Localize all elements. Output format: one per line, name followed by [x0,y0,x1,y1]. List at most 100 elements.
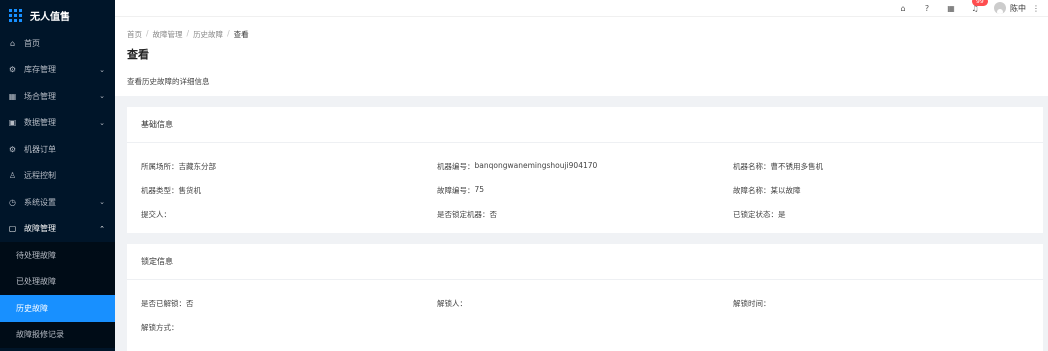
grid-icon[interactable]: ▦ [946,3,956,13]
detail-field: 故障名称： 某以故障 [733,185,1029,196]
sidebar-item-label: 数据管理 [24,118,56,128]
breadcrumb-current: 查看 [233,30,249,39]
file-icon: ▣ [8,118,17,128]
field-value: 售货机 [178,185,202,195]
detail-field: 机器名称： 曹不锈用多售机 [733,161,1029,172]
card-title: 基础信息 [127,107,1043,143]
field-label: 解锁方式： [141,322,179,332]
avatar[interactable] [994,2,1006,14]
more-vertical-icon[interactable]: ⋮ [1032,4,1040,13]
settings-icon: ⚙ [8,65,17,75]
sub-menu-item[interactable]: 故障报修记录 [0,322,115,349]
detail-field: 机器类型： 售货机 [141,185,437,196]
user-icon: ♙ [8,171,17,181]
app-logo[interactable]: 无人值售 [0,0,115,30]
app-title: 无人值售 [30,11,70,23]
breadcrumb-link[interactable]: 历史故障 [193,29,223,40]
basic-info-card: 基础信息 所属场所： 吉藏东分部 机器编号： banqongwanemingshouj… [127,107,1043,233]
sidebar-item[interactable]: ▦ 场合管理 ⌄ [0,83,115,110]
sub-menu-item[interactable]: 历史故障 [0,295,115,322]
field-value: banqongwanemingshouji904170 [474,160,598,170]
detail-field: 是否已解锁：否 [141,298,437,309]
breadcrumb-separator: / [186,29,190,38]
sidebar-item-label: 系统设置 [24,197,56,207]
field-label: 解锁时间： [733,298,771,308]
home-icon: ⌂ [9,38,16,48]
field-value: 否 [186,298,194,308]
breadcrumb-link[interactable]: 首页 [127,29,142,40]
field-label: 故障编号： [437,185,475,195]
detail-field: 所属场所： 吉藏东分部 [141,161,437,172]
detail-field: 解锁方式： [141,322,437,333]
detail-row: 所属场所： 吉藏东分部 机器编号： banqongwanemingshouji9041… [141,154,1043,178]
sub-menu: 待处理故障 已处理故障 历史故障 故障报修记录 [0,242,115,348]
page-title: 查看 [127,48,149,61]
grid-icon: ▦ [8,91,17,101]
help-icon[interactable]: ? [922,3,932,13]
detail-field: 解锁时间： [733,298,1029,309]
home-icon[interactable]: ⌂ [898,3,908,13]
field-label: 机器名称： [733,161,771,171]
sidebar-item-label: 机器订单 [24,144,56,154]
sidebar-item[interactable]: ◷ 系统设置 ⌄ [0,189,115,216]
sub-menu-item[interactable]: 待处理故障 [0,242,115,269]
card-body: 是否已解锁：否解锁人： 解锁时间： 解锁方式： [127,280,1043,339]
notification-badge: 99 [972,0,988,6]
top-header: ⌂ ? ▦ ♫ 99 陈中 ⋮ [115,0,1048,16]
detail-row: 机器类型： 售货机 故障编号： 75 故障名称： 某以故障 [141,178,1043,202]
field-label: 提交人： [141,209,171,219]
sidebar-item[interactable]: ⌂ 首页 [0,30,115,57]
field-label: 是否已解锁： [141,298,186,308]
sidebar-item-label: 库存管理 [24,65,56,75]
chevron-icon: ⌄ [99,65,105,74]
document-icon: ▢ [8,224,17,234]
breadcrumb-separator: / [146,29,149,38]
apps-grid-icon [9,8,22,22]
notification-bell-icon[interactable]: ♫ 99 [970,0,988,13]
field-label: 已锁定状态： [733,209,778,219]
chevron-icon: ⌃ [99,224,105,233]
field-value: 曹不锈用多售机 [770,161,824,171]
username[interactable]: 陈中 [1010,3,1026,14]
field-value: 某以故障 [770,185,801,195]
page-description: 查看历史故障的详细信息 [127,77,210,86]
sidebar-item-label: 首页 [24,38,40,48]
sidebar: 无人值售 ⌂ 首页 ⚙ 库存管理 ⌄ ▦ 场合管理 ⌄ ▣ 数据管理 ⌄ ⚙ 机器订单 ♙ 远程控制 ◷ 系统设… [0,0,115,351]
chevron-icon: ⌄ [99,92,105,101]
chevron-icon: ⌄ [99,198,105,207]
sidebar-item[interactable]: ⚙ 机器订单 [0,136,115,163]
detail-row: 解锁方式： [141,315,1043,339]
sidebar-item-label: 故障管理 [24,224,56,234]
sidebar-menu: ⌂ 首页 ⚙ 库存管理 ⌄ ▦ 场合管理 ⌄ ▣ 数据管理 ⌄ ⚙ 机器订单 ♙ 远程控制 ◷ 系统设置 ⌄ ▢ 故障… [0,30,115,348]
sub-menu-item[interactable]: 已处理故障 [0,269,115,296]
field-label: 是否锁定机器： [437,209,490,219]
field-label: 故障名称： [733,185,771,195]
breadcrumb-link[interactable]: 故障管理 [153,29,183,40]
detail-row: 是否已解锁：否解锁人： 解锁时间： [141,291,1043,315]
sidebar-item-label: 远程控制 [24,171,56,181]
detail-field: 提交人： [141,209,437,220]
field-label: 机器编号： [437,161,475,171]
field-value: 是 [778,209,786,219]
clock-icon: ◷ [9,197,16,207]
robot-icon: ⚙ [8,144,17,154]
field-value: 75 [474,184,485,194]
field-label: 所属场所： [141,161,179,171]
sidebar-item[interactable]: ▣ 数据管理 ⌄ [0,110,115,137]
card-title: 锁定信息 [127,244,1043,280]
sidebar-item[interactable]: ▢ 故障管理 ⌃ [0,216,115,243]
detail-field: 解锁人： [437,298,733,309]
breadcrumb-separator: / [227,29,230,38]
lock-info-card: 锁定信息 是否已解锁：否解锁人： 解锁时间： 解锁方式： [127,244,1043,351]
field-label: 机器类型： [141,185,179,195]
field-value: 否 [489,209,498,219]
card-body: 所属场所： 吉藏东分部 机器编号： banqongwanemingshouji9041… [127,143,1043,226]
sidebar-item[interactable]: ♙ 远程控制 [0,163,115,190]
sidebar-item[interactable]: ⚙ 库存管理 ⌄ [0,57,115,84]
field-label: 解锁人： [437,298,467,308]
detail-field: 机器编号： banqongwanemingshouji904170 [437,161,733,172]
detail-field: 是否锁定机器：否 [437,209,733,220]
sidebar-item-label: 场合管理 [24,91,56,101]
detail-row: 提交人： 是否锁定机器：否已锁定状态：是 [141,202,1043,226]
breadcrumb: 首页 / 故障管理 / 历史故障 / 查看 [127,29,1048,40]
